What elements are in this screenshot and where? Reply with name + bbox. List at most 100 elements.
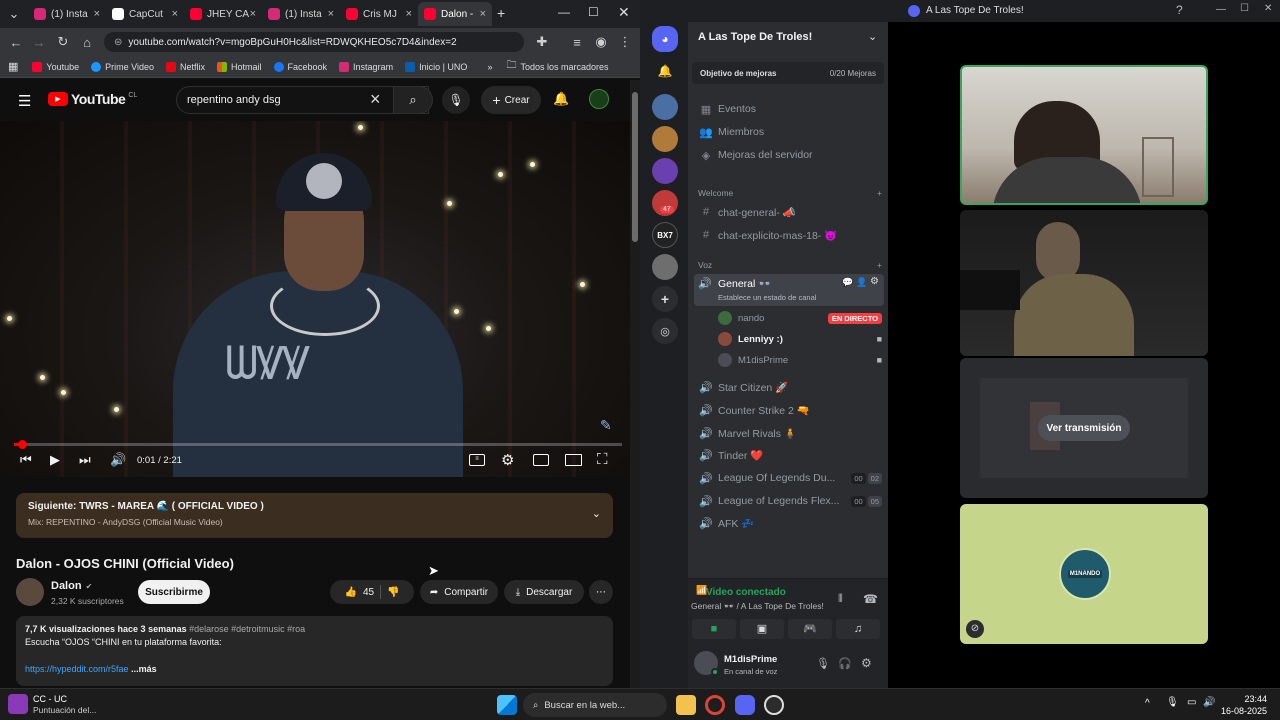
bookmark-uno[interactable]: Inicio | UNO [405, 61, 467, 72]
bookmark-prime-video[interactable]: Prime Video [91, 61, 154, 72]
progress-scrubber[interactable] [18, 440, 28, 449]
tab-capcut[interactable]: CapCut × [106, 2, 184, 26]
fullscreen-icon[interactable]: ⛶ [597, 451, 608, 468]
apps-grid-icon[interactable]: ▦ [8, 60, 18, 73]
voice-channel-tinder[interactable]: 🔊 Tinder ❤️ [698, 445, 882, 465]
help-icon[interactable]: ? [1176, 3, 1183, 17]
previous-icon[interactable]: ⏮ [20, 452, 32, 468]
tab-youtube-cris[interactable]: Cris MJ × [340, 2, 418, 26]
media-control-icon[interactable]: ≡ [565, 30, 589, 54]
widget-title[interactable]: CC - UC [33, 694, 67, 704]
video-player[interactable]: ᗯꝞꝞ ✎ [0, 121, 630, 477]
tab-youtube-jhey[interactable]: JHEY CA × [184, 2, 262, 26]
video-tile-nando[interactable] [960, 210, 1208, 356]
bookmark-hotmail[interactable]: Hotmail [217, 61, 262, 72]
tab-instagram-2[interactable]: (1) Insta × [262, 2, 340, 26]
voice-channel-afk[interactable]: 🔊 AFK 💤 [698, 513, 882, 533]
close-window-icon[interactable]: ✕ [618, 4, 630, 21]
connection-channel[interactable]: General 👓 / A Las Tope De Troles! [691, 601, 824, 612]
server-3[interactable] [652, 158, 678, 184]
invite-icon[interactable]: 👤 [856, 277, 867, 288]
up-next-panel[interactable]: Siguiente: TWRS - MAREA 🌊 ( OFFICIAL VID… [16, 493, 613, 538]
like-button[interactable]: 👍 45 [344, 587, 374, 598]
discord-home-icon[interactable]: ◕ [652, 26, 678, 52]
close-icon[interactable]: × [480, 8, 486, 20]
share-button[interactable]: ➦ Compartir [420, 580, 498, 604]
youtube-logo[interactable]: ▶ YouTube CL [48, 91, 137, 107]
account-avatar[interactable] [589, 89, 609, 109]
description-link[interactable]: https://hypeddit.com/r5fae [25, 664, 129, 674]
add-channel-icon[interactable]: + [877, 260, 882, 270]
server-boost-item[interactable]: ◈ Mejoras del servidor [698, 145, 882, 165]
maximize-icon[interactable]: ☐ [1240, 3, 1249, 14]
create-button[interactable]: + Crear [481, 86, 541, 114]
server-a-las-tope[interactable] [652, 94, 678, 120]
maximize-icon[interactable]: ☐ [588, 5, 599, 19]
bookmark-youtube[interactable]: Youtube [32, 61, 79, 72]
download-button[interactable]: ⤓ Descargar [504, 580, 584, 604]
boost-goal-bar[interactable]: Objetivo de mejoras 0/20 Mejoras [692, 62, 884, 84]
tab-youtube-dalon[interactable]: Dalon - × [418, 2, 492, 26]
reload-icon[interactable]: ↻ [51, 30, 75, 54]
screen-share-button[interactable]: ▣ [740, 619, 784, 639]
channel-settings-icon[interactable]: ⚙ [870, 276, 879, 287]
notifications-bell-icon[interactable]: 🔔 [553, 91, 569, 107]
add-channel-icon[interactable]: + [877, 188, 882, 198]
voice-user-m1disprime[interactable]: M1disPrime ■ [718, 350, 882, 370]
tab-instagram-1[interactable]: (1) Insta × [28, 2, 106, 26]
chat-icon[interactable]: 💬 [842, 277, 853, 288]
bookmark-all-folder[interactable]: 🗀 Todos los marcadores [506, 58, 608, 75]
voice-channel-lol-flex[interactable]: 🔊 League of Legends Flex... 00 05 [698, 491, 882, 511]
new-tab-icon[interactable]: + [497, 5, 505, 21]
subscribe-button[interactable]: Suscribirme [138, 580, 210, 604]
channel-name[interactable]: Dalon ✔ [51, 580, 92, 592]
bookmark-facebook[interactable]: Facebook [273, 61, 327, 72]
activities-button[interactable]: 🎮 [788, 619, 832, 639]
forward-icon[interactable]: → [27, 30, 51, 54]
video-tile-m1disprime[interactable]: M1NANDO ⊘ [960, 504, 1208, 644]
microphone-icon[interactable]: 🎙 [1166, 697, 1179, 708]
members-item[interactable]: 👥 Miembros [698, 122, 882, 142]
clock-time[interactable]: 23:44 [1225, 694, 1267, 704]
progress-bar[interactable] [14, 440, 622, 449]
disconnect-icon[interactable]: ☎ [863, 592, 878, 606]
taskbar-search[interactable]: ⌕ Buscar en la web... [523, 693, 667, 717]
text-channel-general[interactable]: # chat-general- 📣 [698, 202, 882, 222]
site-info-icon[interactable]: ⊜ [114, 37, 122, 48]
address-bar[interactable]: ⊜ youtube.com/watch?v=mgoBpGuH0Hc&list=RD… [104, 32, 524, 52]
welcome-category[interactable]: Welcome + [698, 188, 882, 198]
chevron-down-icon[interactable]: ⌄ [868, 30, 877, 43]
connection-status[interactable]: Video conectado [706, 587, 786, 598]
scrollbar-thumb[interactable] [632, 92, 638, 242]
minimize-icon[interactable]: — [1216, 4, 1226, 15]
chrome-icon[interactable] [705, 695, 725, 715]
chevron-down-icon[interactable]: ⌄ [592, 507, 601, 520]
extensions-icon[interactable]: ✚ [530, 30, 554, 54]
server-name[interactable]: A Las Tope De Troles! [698, 31, 812, 43]
file-explorer-icon[interactable] [676, 695, 696, 715]
close-icon[interactable]: × [406, 8, 412, 20]
discord-icon[interactable] [735, 695, 755, 715]
voice-channel-lol-duo[interactable]: 🔊 League Of Legends Du... 00 02 [698, 468, 882, 488]
inbox-bell-icon[interactable]: 🔔 [652, 58, 678, 84]
watch-stream-button[interactable]: Ver transmisión [1038, 415, 1130, 441]
clock-date[interactable]: 16-08-2025 [1207, 706, 1267, 716]
stream-tile[interactable]: Ver transmisión [960, 358, 1208, 498]
user-name[interactable]: M1disPrime [724, 654, 777, 665]
show-more-link[interactable]: ...más [131, 664, 157, 674]
add-server-icon[interactable]: + [652, 286, 678, 312]
back-icon[interactable]: ← [4, 30, 28, 54]
volume-icon[interactable]: 🔊 [110, 452, 126, 468]
description-box[interactable]: 7,7 K visualizaciones hace 3 semanas #de… [16, 616, 613, 686]
miniplayer-icon[interactable] [533, 454, 549, 466]
clear-search-icon[interactable]: × [370, 89, 381, 110]
server-2[interactable] [652, 126, 678, 152]
voice-search-icon[interactable]: 🎙 [442, 86, 470, 114]
server-6[interactable] [652, 254, 678, 280]
channel-status[interactable]: Establece un estado de canal [718, 293, 816, 302]
widgets-icon[interactable] [8, 694, 28, 714]
voice-channel-counter-strike[interactable]: 🔊 Counter Strike 2 🔫 [698, 400, 882, 420]
search-button[interactable]: ⌕ [393, 86, 433, 114]
thumbs-down-icon[interactable]: 👎 [387, 587, 399, 598]
home-icon[interactable]: ⌂ [75, 30, 99, 54]
